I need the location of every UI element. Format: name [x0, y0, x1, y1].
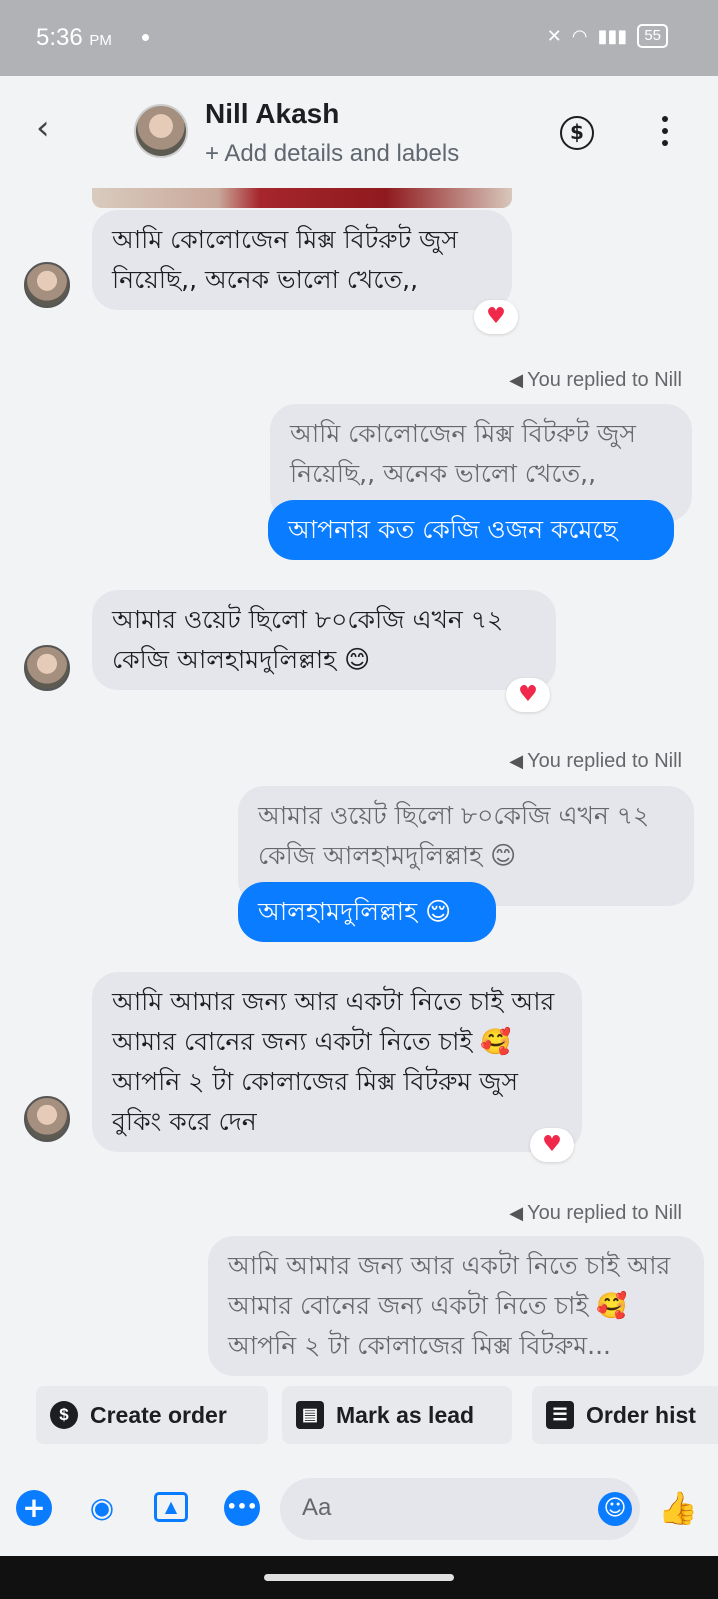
- message-composer: + ◉ ▲ ••• Aa ☺ 👍: [0, 1458, 718, 1556]
- status-icons: ✕ ◠ ▮▮▮ 55: [547, 24, 668, 48]
- list-icon: ☰: [546, 1401, 574, 1429]
- contact-card-icon: ▤: [296, 1401, 324, 1429]
- outgoing-message[interactable]: আলহামদুলিল্লাহ 😌: [238, 882, 496, 942]
- sender-avatar: [24, 645, 70, 691]
- notification-dot: [142, 34, 149, 41]
- contact-avatar[interactable]: [134, 104, 188, 158]
- heart-reaction-icon[interactable]: ♥: [530, 1128, 574, 1162]
- payment-icon[interactable]: $: [560, 116, 594, 150]
- dollar-icon: $: [50, 1401, 78, 1429]
- emoji-icon[interactable]: ☺: [598, 1492, 632, 1526]
- more-options-icon[interactable]: [660, 116, 670, 150]
- heart-reaction-icon[interactable]: ♥: [506, 678, 550, 712]
- order-history-button[interactable]: ☰ Order hist: [532, 1386, 718, 1444]
- wifi-icon: ◠: [571, 25, 588, 47]
- message-input[interactable]: Aa ☺: [280, 1478, 640, 1540]
- reply-arrow-icon: ◀: [509, 751, 524, 771]
- battery-icon: 55: [637, 24, 668, 48]
- mark-as-lead-button[interactable]: ▤ Mark as lead: [282, 1386, 512, 1444]
- message-placeholder: Aa: [302, 1494, 332, 1521]
- reply-indicator: ◀ You replied to Nill: [509, 750, 682, 772]
- camera-icon[interactable]: ◉: [84, 1490, 120, 1526]
- image-attachment[interactable]: [92, 188, 512, 208]
- contact-name[interactable]: Nill Akash: [205, 98, 339, 130]
- mute-icon: ✕: [546, 25, 562, 47]
- sender-avatar: [24, 262, 70, 308]
- reply-indicator: ◀ You replied to Nill: [509, 369, 682, 391]
- reply-arrow-icon: ◀: [509, 370, 524, 390]
- reply-indicator: ◀ You replied to Nill: [509, 1202, 682, 1224]
- more-chat-icon[interactable]: •••: [224, 1490, 260, 1526]
- signal-icon: ▮▮▮: [597, 25, 628, 47]
- incoming-message[interactable]: আমার ওয়েট ছিলো ৮০কেজি এখন ৭২ কেজি আলহাম…: [92, 590, 556, 690]
- clock: 5:36 PM: [36, 24, 112, 51]
- reply-arrow-icon: ◀: [509, 1203, 524, 1223]
- system-nav-bar: [0, 1556, 718, 1599]
- back-icon[interactable]: ‹: [36, 108, 62, 148]
- quoted-message[interactable]: আমি আমার জন্য আর একটা নিতে চাই আর আমার ব…: [208, 1236, 704, 1376]
- status-bar: 5:36 PM ✕ ◠ ▮▮▮ 55: [0, 0, 718, 76]
- add-details-link[interactable]: + Add details and labels: [205, 140, 459, 168]
- gallery-icon[interactable]: ▲: [154, 1492, 188, 1522]
- heart-reaction-icon[interactable]: ♥: [474, 300, 518, 334]
- home-gesture-bar[interactable]: [264, 1574, 454, 1581]
- incoming-message[interactable]: আমি কোলোজেন মিক্স বিটরুট জুস নিয়েছি,, অ…: [92, 210, 512, 310]
- outgoing-message[interactable]: আপনার কত কেজি ওজন কমেছে: [268, 500, 674, 560]
- thumbs-up-icon[interactable]: 👍: [658, 1490, 698, 1526]
- quick-actions-bar: $ Create order ▤ Mark as lead ☰ Order hist: [0, 1378, 718, 1458]
- create-order-button[interactable]: $ Create order: [36, 1386, 268, 1444]
- sender-avatar: [24, 1096, 70, 1142]
- chat-header: ‹ Nill Akash + Add details and labels $: [0, 76, 718, 188]
- incoming-message[interactable]: আমি আমার জন্য আর একটা নিতে চাই আর আমার ব…: [92, 972, 582, 1152]
- message-list[interactable]: আমি কোলোজেন মিক্স বিটরুট জুস নিয়েছি,, অ…: [0, 188, 718, 1378]
- plus-icon[interactable]: +: [16, 1490, 52, 1526]
